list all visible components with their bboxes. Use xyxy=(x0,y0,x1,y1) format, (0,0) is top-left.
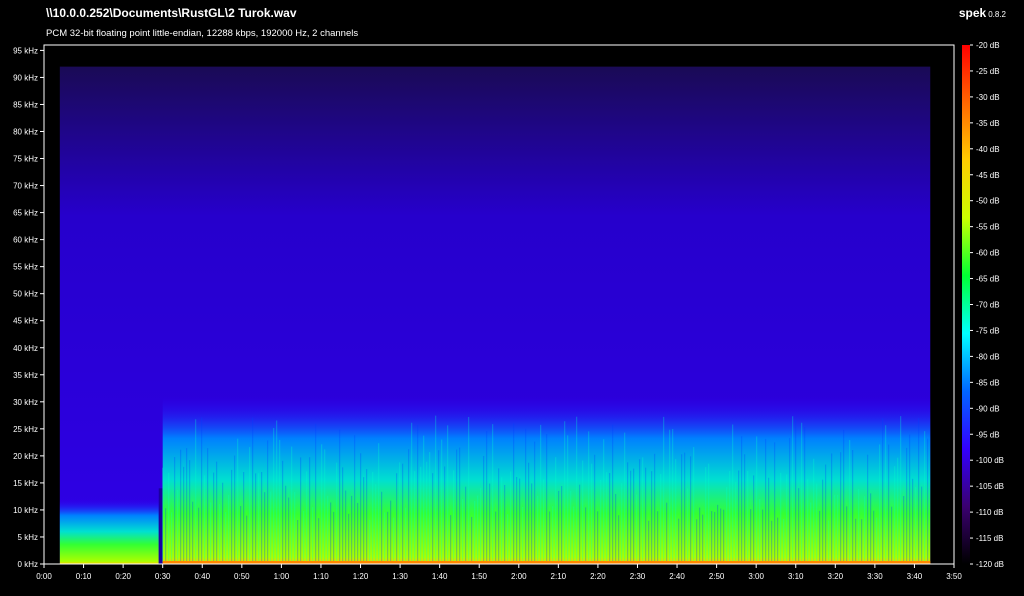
color-scale-label: -60 dB xyxy=(976,249,1000,258)
x-tick-label: 2:40 xyxy=(669,572,685,581)
x-tick-label: 2:10 xyxy=(551,572,567,581)
y-tick-label: 50 kHz xyxy=(13,290,38,299)
x-tick-label: 2:50 xyxy=(709,572,725,581)
color-scale-label: -35 dB xyxy=(976,119,1000,128)
spectrogram-chart: 0:00 0:10 0:20 0:30 0:40 0:50 1:00 1:10 1:20 1:30… xyxy=(13,41,1004,581)
x-tick-label: 0:00 xyxy=(36,572,52,581)
y-tick-label: 65 kHz xyxy=(13,209,38,218)
color-scale-label: -55 dB xyxy=(976,223,1000,232)
x-tick-label: 1:50 xyxy=(471,572,487,581)
color-scale-label: -85 dB xyxy=(976,378,1000,387)
x-tick-label: 1:20 xyxy=(353,572,369,581)
x-tick-label: 2:00 xyxy=(511,572,527,581)
color-scale-label: -20 dB xyxy=(976,41,1000,50)
color-scale-label: -120 dB xyxy=(976,560,1004,569)
y-tick-label: 25 kHz xyxy=(13,425,38,434)
color-scale-label: -50 dB xyxy=(976,197,1000,206)
color-scale-label: -110 dB xyxy=(976,508,1003,517)
x-tick-label: 1:10 xyxy=(313,572,329,581)
y-tick-label: 95 kHz xyxy=(13,46,38,55)
x-tick-label: 3:10 xyxy=(788,572,804,581)
silence-gap xyxy=(158,488,163,564)
spectrogram-plot xyxy=(59,66,931,564)
color-scale-label: -105 dB xyxy=(976,482,1004,491)
color-scale-label: -65 dB xyxy=(976,275,1000,284)
y-tick-label: 10 kHz xyxy=(13,506,38,515)
x-tick-label: 3:50 xyxy=(946,572,962,581)
x-tick-label: 0:20 xyxy=(115,572,131,581)
color-scale: -20 dB -25 dB -30 dB -35 dB -40 dB -45 dB -50 … xyxy=(962,41,1004,569)
color-scale-bar xyxy=(962,45,970,564)
y-tick-label: 30 kHz xyxy=(13,398,38,407)
color-scale-label: -25 dB xyxy=(976,67,1000,76)
color-scale-label: -40 dB xyxy=(976,145,1000,154)
color-scale-label: -115 dB xyxy=(976,534,1003,543)
y-tick-label: 80 kHz xyxy=(13,128,38,137)
y-tick-label: 35 kHz xyxy=(13,371,38,380)
x-tick-label: 3:40 xyxy=(907,572,923,581)
color-scale-label: -90 dB xyxy=(976,404,1000,413)
x-tick-label: 0:50 xyxy=(234,572,250,581)
color-scale-label: -95 dB xyxy=(976,430,1000,439)
y-tick-label: 0 kHz xyxy=(18,560,38,569)
y-tick-label: 90 kHz xyxy=(13,73,38,82)
x-tick-label: 0:10 xyxy=(76,572,92,581)
color-scale-label: -70 dB xyxy=(976,301,1000,310)
y-tick-label: 40 kHz xyxy=(13,344,38,353)
x-tick-label: 2:20 xyxy=(590,572,606,581)
y-tick-label: 60 kHz xyxy=(13,236,38,245)
x-tick-label: 3:00 xyxy=(748,572,764,581)
y-tick-label: 75 kHz xyxy=(13,155,38,164)
y-tick-label: 70 kHz xyxy=(13,182,38,191)
y-tick-label: 85 kHz xyxy=(13,100,38,109)
x-tick-label: 0:40 xyxy=(194,572,210,581)
color-scale-label: -30 dB xyxy=(976,93,1000,102)
x-tick-label: 3:20 xyxy=(828,572,844,581)
color-scale-label: -45 dB xyxy=(976,171,1000,180)
y-tick-label: 45 kHz xyxy=(13,317,38,326)
x-tick-label: 2:30 xyxy=(630,572,646,581)
color-scale-label: -75 dB xyxy=(976,326,1000,335)
x-tick-label: 0:30 xyxy=(155,572,171,581)
x-tick-label: 3:30 xyxy=(867,572,883,581)
y-tick-label: 5 kHz xyxy=(18,533,38,542)
y-tick-label: 55 kHz xyxy=(13,263,38,272)
intro-signal-band xyxy=(59,499,159,564)
color-scale-label: -100 dB xyxy=(976,456,1004,465)
x-tick-label: 1:30 xyxy=(392,572,408,581)
x-tick-label: 1:00 xyxy=(274,572,290,581)
y-tick-label: 20 kHz xyxy=(13,452,38,461)
x-tick-label: 1:40 xyxy=(432,572,448,581)
y-tick-label: 15 kHz xyxy=(13,479,38,488)
color-scale-label: -80 dB xyxy=(976,352,1000,361)
